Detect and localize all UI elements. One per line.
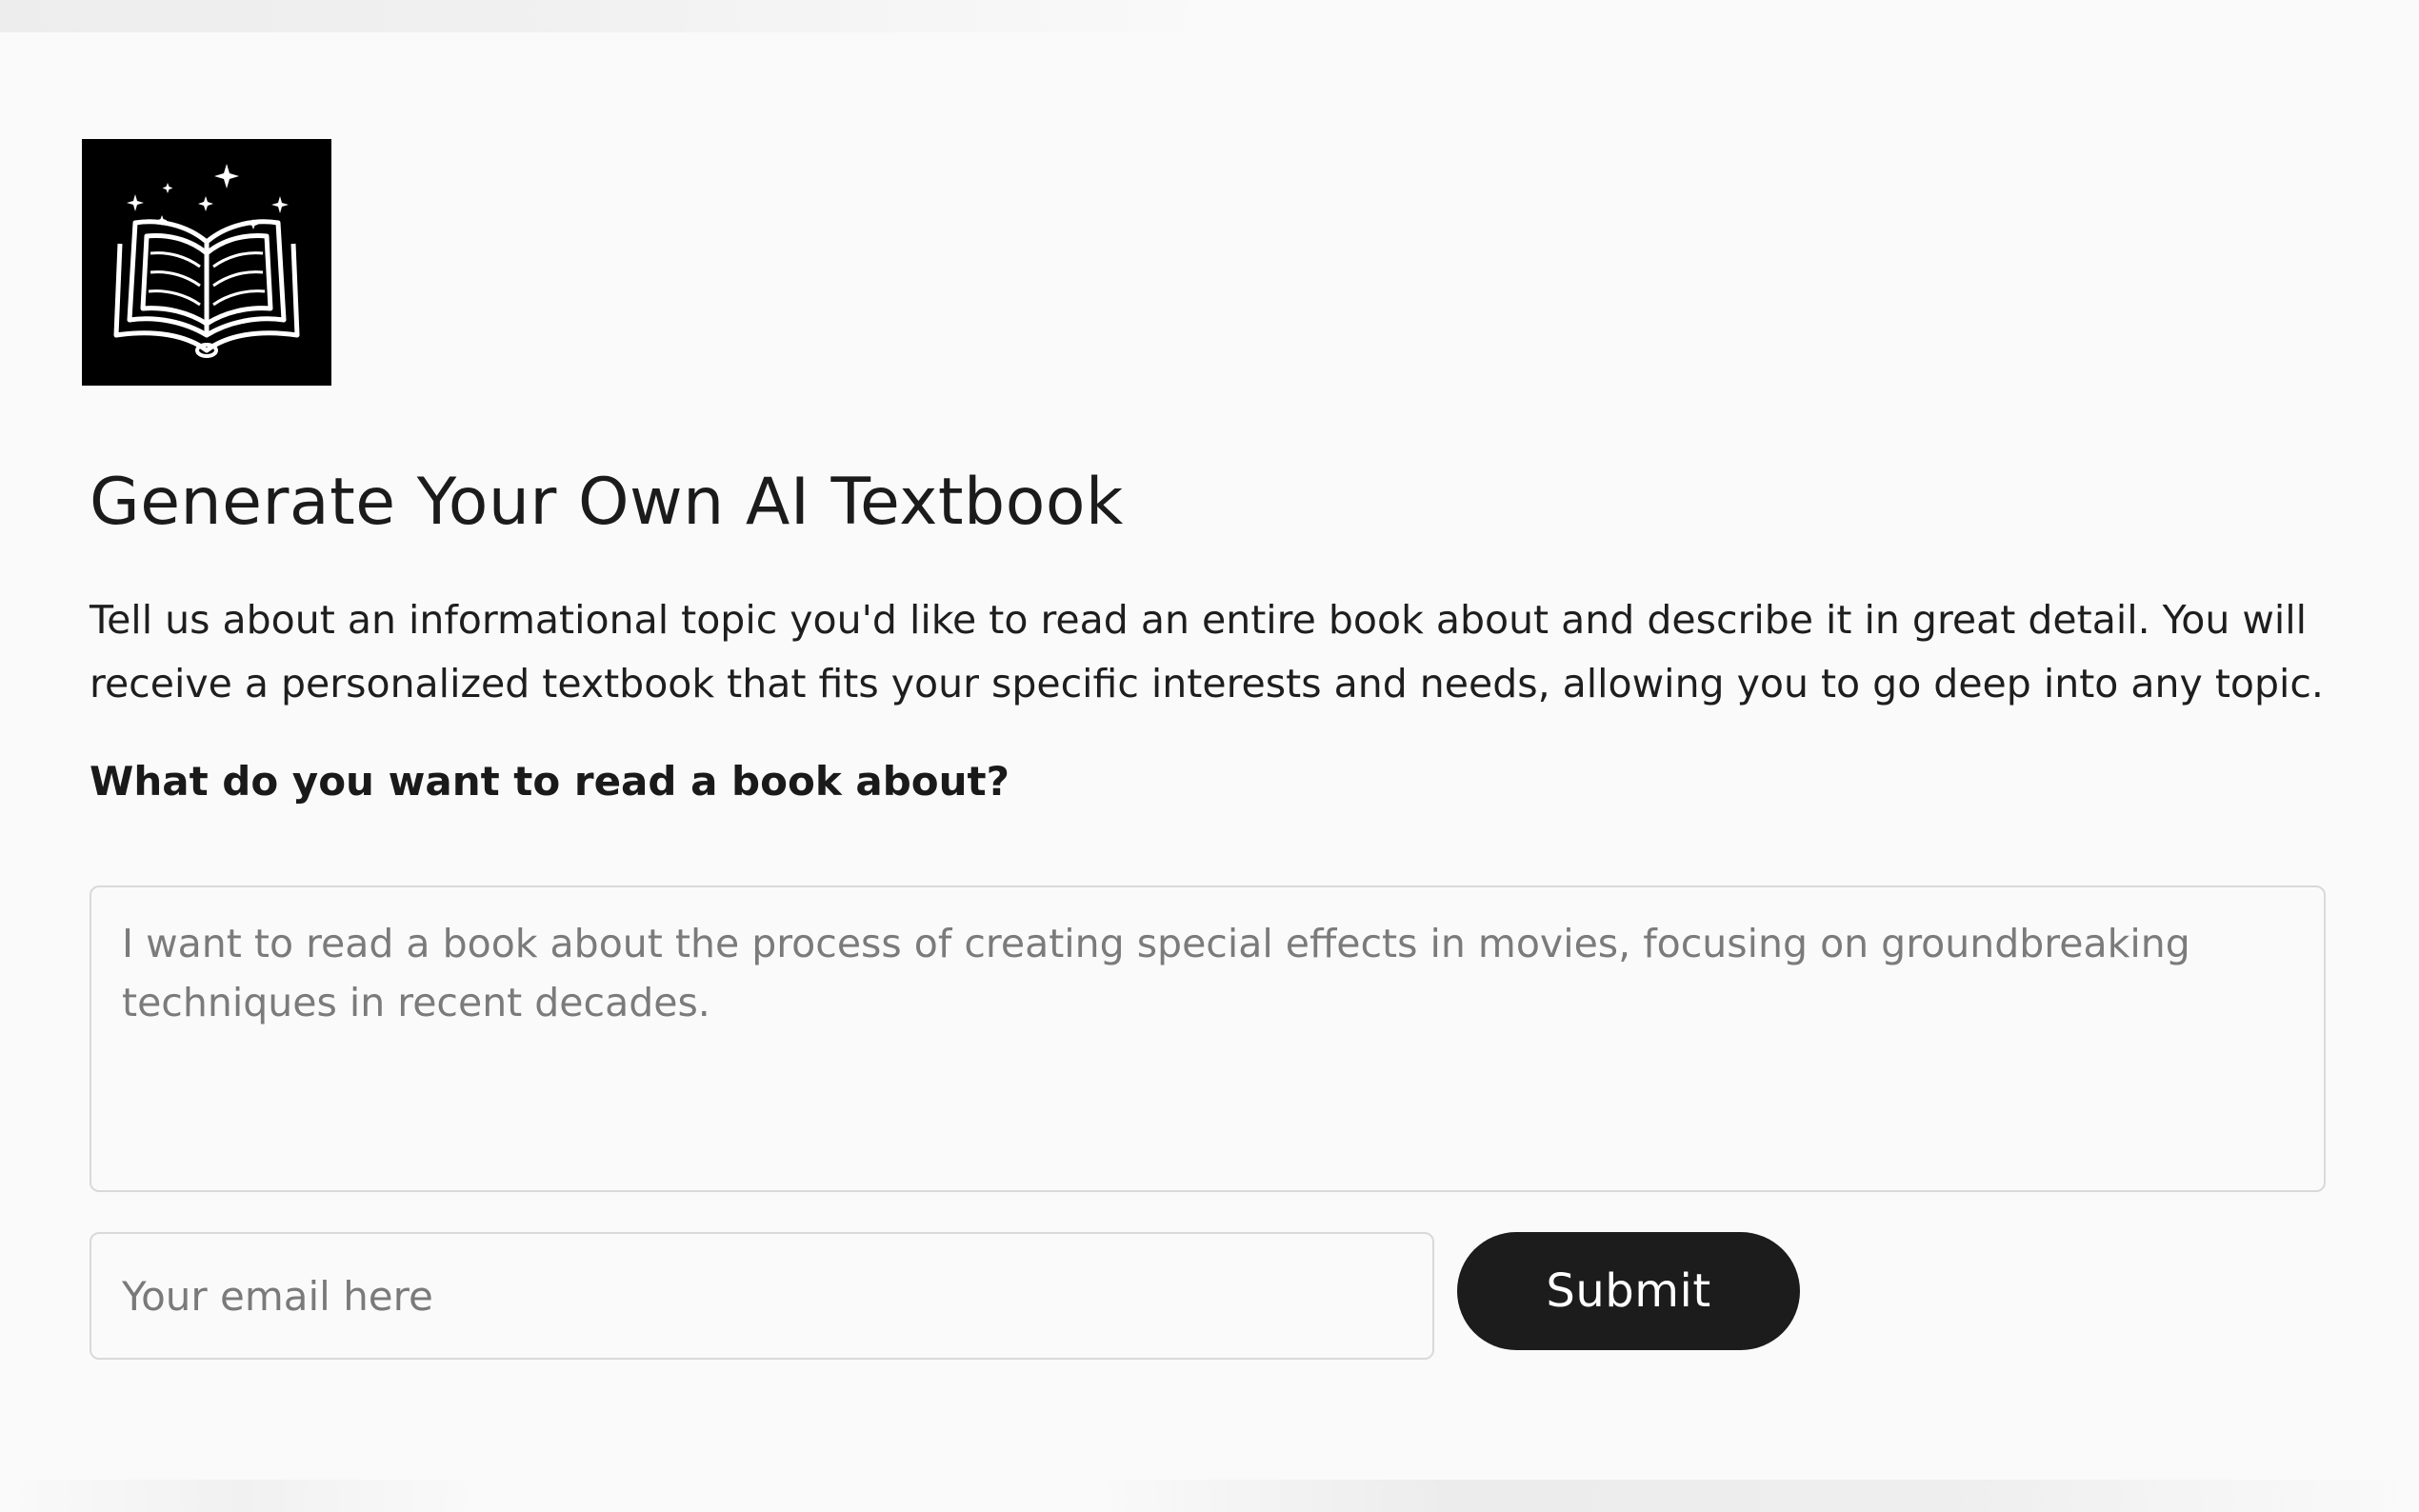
top-fade-decoration <box>0 0 1238 32</box>
submit-button-label: Submit <box>1546 1264 1711 1318</box>
page: Generate Your Own AI Textbook Tell us ab… <box>0 0 2419 1512</box>
topic-textarea[interactable]: I want to read a book about the process … <box>90 885 2326 1192</box>
page-title: Generate Your Own AI Textbook <box>90 465 1124 540</box>
topic-placeholder: I want to read a book about the process … <box>122 921 2190 1025</box>
submit-button[interactable]: Submit <box>1457 1232 1800 1350</box>
email-placeholder: Your email here <box>122 1272 433 1320</box>
intro-description: Tell us about an informational topic you… <box>90 597 2324 706</box>
topic-question-label: What do you want to read a book about? <box>90 758 1010 805</box>
open-book-with-sparkles-icon <box>82 139 331 386</box>
logo <box>82 139 331 386</box>
email-field[interactable]: Your email here <box>90 1232 1434 1360</box>
bottom-fade-decoration <box>0 1480 2419 1512</box>
